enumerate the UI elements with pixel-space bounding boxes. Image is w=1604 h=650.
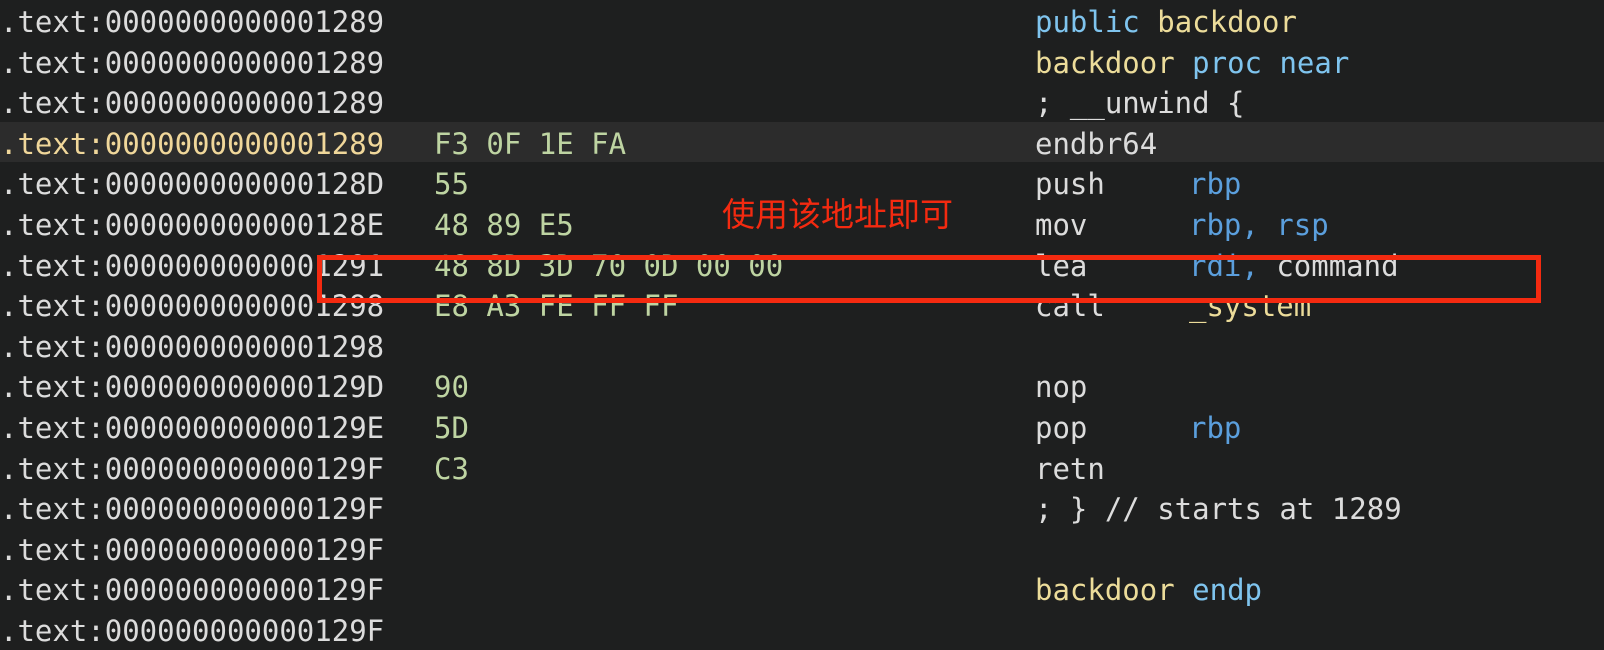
instruction-text: nop (1035, 367, 1189, 408)
instruction-text: call _system (1035, 286, 1311, 327)
mnemonic: retn (1035, 451, 1105, 486)
disassembly-row[interactable]: .text:000000000000129F C3 retn (0, 447, 1604, 488)
address-label: .text:000000000000129F (0, 613, 385, 648)
operand-token: rbp (1189, 167, 1242, 202)
instruction-text: ; __unwind { (1035, 83, 1245, 124)
disassembly-row[interactable]: .text:000000000000129F ; } // starts at 1… (0, 487, 1604, 528)
disassembly-window: .text:0000000000001289 public backdoor .te… (0, 0, 1604, 650)
operand-token (1175, 46, 1192, 80)
instruction-text: push rbp (1035, 164, 1241, 205)
mnemonic: pop (1035, 410, 1088, 445)
operand-token: , (1241, 248, 1277, 283)
opcode-bytes: 48 89 E5 (434, 207, 574, 242)
operand-token: proc near (1192, 45, 1350, 80)
address-label: .text:0000000000001289 (0, 45, 385, 80)
disassembly-row[interactable]: .text:000000000000129F (0, 609, 1604, 650)
operand-token: ; __unwind { (1035, 86, 1245, 121)
opcode-bytes: 48 8D 3D 70 0D 00 00 (434, 248, 784, 283)
address-label: .text:000000000000128D (0, 167, 385, 202)
opcode-bytes: 5D (434, 410, 469, 445)
address-label: .text:000000000000129F (0, 532, 385, 567)
instruction-text: backdoor endp (1035, 570, 1262, 611)
address-label: .text:0000000000001289 (0, 126, 385, 161)
instruction-text: lea rdi, command (1035, 246, 1399, 287)
instruction-text: endbr64 (1035, 124, 1189, 165)
disassembly-row[interactable]: .text:0000000000001298 E8 A3 FE FF FF call… (0, 284, 1604, 325)
disassembly-row[interactable]: .text:0000000000001298 (0, 325, 1604, 366)
instruction-text: mov rbp, rsp (1035, 205, 1329, 246)
address-label: .text:0000000000001291 (0, 248, 385, 283)
operand-token: rbp (1189, 410, 1242, 445)
mnemonic: nop (1035, 370, 1088, 405)
operand-token: backdoor (1157, 5, 1297, 39)
mnemonic: call (1035, 289, 1105, 324)
address-label: .text:000000000000129E (0, 410, 385, 445)
operand-token: command (1276, 248, 1399, 283)
address-label: .text:000000000000129F (0, 492, 385, 527)
opcode-bytes: 55 (434, 167, 469, 202)
disassembly-row[interactable]: .text:000000000000129F (0, 528, 1604, 569)
address-label: .text:000000000000129F (0, 451, 385, 486)
instruction-text: retn (1035, 449, 1189, 490)
mnemonic: mov (1035, 207, 1088, 242)
instruction-text: backdoor proc near (1035, 43, 1349, 84)
disassembly-row[interactable]: .text:000000000000129D 90 nop (0, 365, 1604, 406)
address-label: .text:0000000000001289 (0, 5, 385, 39)
address-label: .text:0000000000001298 (0, 289, 385, 324)
address-label: .text:000000000000129F (0, 573, 385, 608)
operand-token: backdoor (1035, 45, 1175, 80)
annotation-note-text: 使用该地址即可 (722, 195, 953, 234)
instruction-text: pop rbp (1035, 408, 1241, 449)
instruction-text: ; } // starts at 1289 (1035, 489, 1402, 530)
mnemonic: endbr64 (1035, 126, 1158, 161)
opcode-bytes: C3 (434, 451, 469, 486)
disassembly-row[interactable]: .text:0000000000001289 F3 0F 1E FA endbr64 (0, 121, 1604, 165)
disassembly-row[interactable]: .text:000000000000129E 5D pop rbp (0, 406, 1604, 447)
operand-token: rbp, rsp (1189, 207, 1329, 242)
disassembly-row[interactable]: .text:0000000000001289 backdoor proc near (0, 41, 1604, 82)
disassembly-listing[interactable]: .text:0000000000001289 public backdoor .te… (0, 0, 1604, 650)
operand-token (1140, 5, 1157, 39)
opcode-bytes: 90 (434, 370, 469, 405)
disassembly-row[interactable]: .text:0000000000001289 ; __unwind { (0, 81, 1604, 122)
operand-token: public (1035, 5, 1140, 39)
operand-token: ; } // starts at 1289 (1035, 492, 1402, 527)
operand-token: endp (1192, 573, 1262, 608)
operand-token: _system (1189, 289, 1312, 324)
opcode-bytes: F3 0F 1E FA (434, 126, 627, 161)
address-label: .text:0000000000001298 (0, 329, 385, 364)
disassembly-row[interactable]: .text:0000000000001291 48 8D 3D 70 0D 00 … (0, 244, 1604, 285)
mnemonic: push (1035, 167, 1105, 202)
address-label: .text:000000000000128E (0, 207, 385, 242)
mnemonic: lea (1035, 248, 1088, 283)
instruction-text: public backdoor (1035, 2, 1297, 43)
operand-token: backdoor (1035, 573, 1175, 608)
address-label: .text:000000000000129D (0, 370, 385, 405)
disassembly-row[interactable]: .text:0000000000001289 public backdoor (0, 0, 1604, 41)
operand-token: rdi (1189, 248, 1242, 283)
disassembly-row[interactable]: .text:000000000000129F backdoor endp (0, 568, 1604, 609)
operand-token (1175, 573, 1192, 607)
opcode-bytes: E8 A3 FE FF FF (434, 289, 679, 324)
address-label: .text:0000000000001289 (0, 86, 385, 121)
